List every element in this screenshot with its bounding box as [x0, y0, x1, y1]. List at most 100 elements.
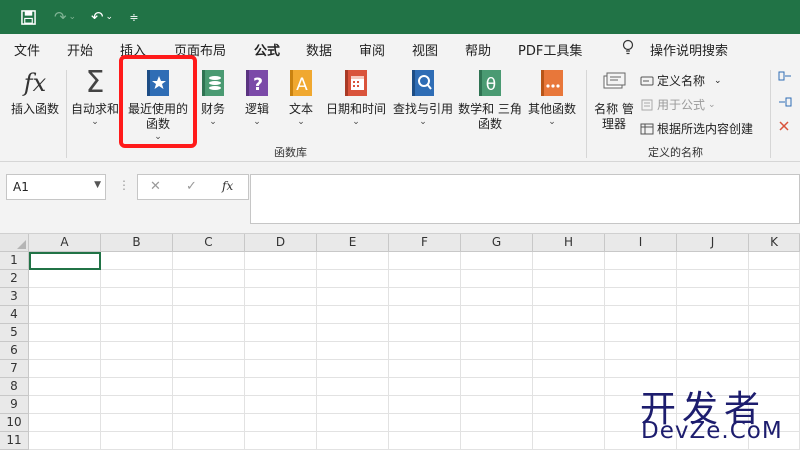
dropdown-arrow-icon[interactable]: ▼ [94, 180, 101, 190]
tab-view[interactable]: 视图 [412, 40, 438, 59]
select-all-corner[interactable] [0, 234, 29, 252]
tab-review[interactable]: 审阅 [359, 40, 385, 59]
enter-icon[interactable]: ✓ [186, 179, 197, 194]
tell-me-search[interactable]: 操作说明搜索 [650, 40, 728, 59]
use-in-formula-button[interactable]: 用于公式 ⌄ [640, 96, 716, 113]
insert-function-icon[interactable]: fx [222, 179, 233, 193]
cell[interactable] [605, 306, 677, 324]
cell[interactable] [389, 360, 461, 378]
cell[interactable] [461, 270, 533, 288]
cell[interactable] [389, 270, 461, 288]
cell[interactable] [173, 270, 245, 288]
tab-help[interactable]: 帮助 [465, 40, 491, 59]
cell[interactable] [245, 288, 317, 306]
cell[interactable] [101, 342, 173, 360]
cell[interactable] [173, 378, 245, 396]
splitter-handle[interactable]: ⋮ [118, 178, 130, 192]
cell[interactable] [101, 252, 173, 270]
cell[interactable] [605, 324, 677, 342]
tab-pdf-tools[interactable]: PDF工具集 [518, 40, 582, 59]
cell[interactable] [245, 378, 317, 396]
cell[interactable] [677, 288, 749, 306]
cell[interactable] [389, 378, 461, 396]
cell[interactable] [29, 306, 101, 324]
cell[interactable] [677, 270, 749, 288]
more-functions-button[interactable]: 其他函数 ⌄ [524, 68, 580, 127]
cell[interactable] [173, 342, 245, 360]
cell[interactable] [749, 360, 800, 378]
column-header[interactable]: A [29, 234, 101, 252]
cell[interactable] [749, 288, 800, 306]
trace-dependents-icon[interactable] [778, 96, 792, 108]
cell[interactable] [749, 252, 800, 270]
cell[interactable] [317, 396, 389, 414]
cell[interactable] [245, 252, 317, 270]
cell[interactable] [173, 306, 245, 324]
tab-file[interactable]: 文件 [14, 40, 40, 59]
define-name-button[interactable]: 定义名称 ⌄ [640, 72, 722, 89]
cell[interactable] [317, 432, 389, 450]
cell[interactable] [605, 252, 677, 270]
cell[interactable] [317, 342, 389, 360]
cell[interactable] [461, 378, 533, 396]
cell[interactable] [101, 306, 173, 324]
cell[interactable] [533, 414, 605, 432]
tab-home[interactable]: 开始 [67, 40, 93, 59]
column-header[interactable]: C [173, 234, 245, 252]
cell[interactable] [461, 306, 533, 324]
cell[interactable] [29, 378, 101, 396]
cell[interactable] [101, 432, 173, 450]
create-from-selection-button[interactable]: 根据所选内容创建 [640, 120, 753, 137]
column-header[interactable]: B [101, 234, 173, 252]
cell[interactable] [389, 414, 461, 432]
recently-used-button[interactable]: 最近使用的 函数 ⌄ [124, 68, 192, 142]
row-header[interactable]: 10 [0, 414, 29, 432]
date-time-button[interactable]: 日期和时间 ⌄ [324, 68, 388, 127]
cell[interactable] [533, 252, 605, 270]
tab-insert[interactable]: 插入 [120, 40, 146, 59]
cell[interactable] [173, 432, 245, 450]
cell[interactable] [173, 288, 245, 306]
column-header[interactable]: J [677, 234, 749, 252]
cell[interactable] [29, 324, 101, 342]
cell[interactable] [317, 252, 389, 270]
cell[interactable] [677, 342, 749, 360]
cell[interactable] [101, 288, 173, 306]
row-header[interactable]: 4 [0, 306, 29, 324]
row-header[interactable]: 2 [0, 270, 29, 288]
cell[interactable] [677, 252, 749, 270]
cell[interactable] [389, 432, 461, 450]
cell[interactable] [101, 360, 173, 378]
cell[interactable] [29, 342, 101, 360]
cell[interactable] [245, 324, 317, 342]
cell[interactable] [101, 270, 173, 288]
cell[interactable] [245, 360, 317, 378]
column-header[interactable]: K [749, 234, 800, 252]
cell[interactable] [389, 342, 461, 360]
cell[interactable] [533, 324, 605, 342]
cell[interactable] [245, 270, 317, 288]
text-button[interactable]: A 文本 ⌄ [284, 68, 318, 127]
cell[interactable] [461, 324, 533, 342]
cell[interactable] [29, 270, 101, 288]
cell[interactable] [317, 414, 389, 432]
row-header[interactable]: 7 [0, 360, 29, 378]
formula-input[interactable] [250, 174, 800, 224]
cell[interactable] [533, 396, 605, 414]
cell[interactable] [317, 306, 389, 324]
cell[interactable] [533, 432, 605, 450]
cell[interactable] [389, 306, 461, 324]
cell[interactable] [29, 360, 101, 378]
row-header[interactable]: 9 [0, 396, 29, 414]
cell[interactable] [605, 270, 677, 288]
cell[interactable] [317, 270, 389, 288]
cell[interactable] [533, 378, 605, 396]
cell[interactable] [101, 396, 173, 414]
row-header[interactable]: 5 [0, 324, 29, 342]
cell[interactable] [461, 414, 533, 432]
cell[interactable] [29, 414, 101, 432]
math-trig-button[interactable]: θ 数学和 三角函数 [458, 68, 522, 132]
cell[interactable] [173, 324, 245, 342]
cell[interactable] [101, 414, 173, 432]
insert-function-button[interactable]: fx 插入函数 [6, 68, 64, 117]
